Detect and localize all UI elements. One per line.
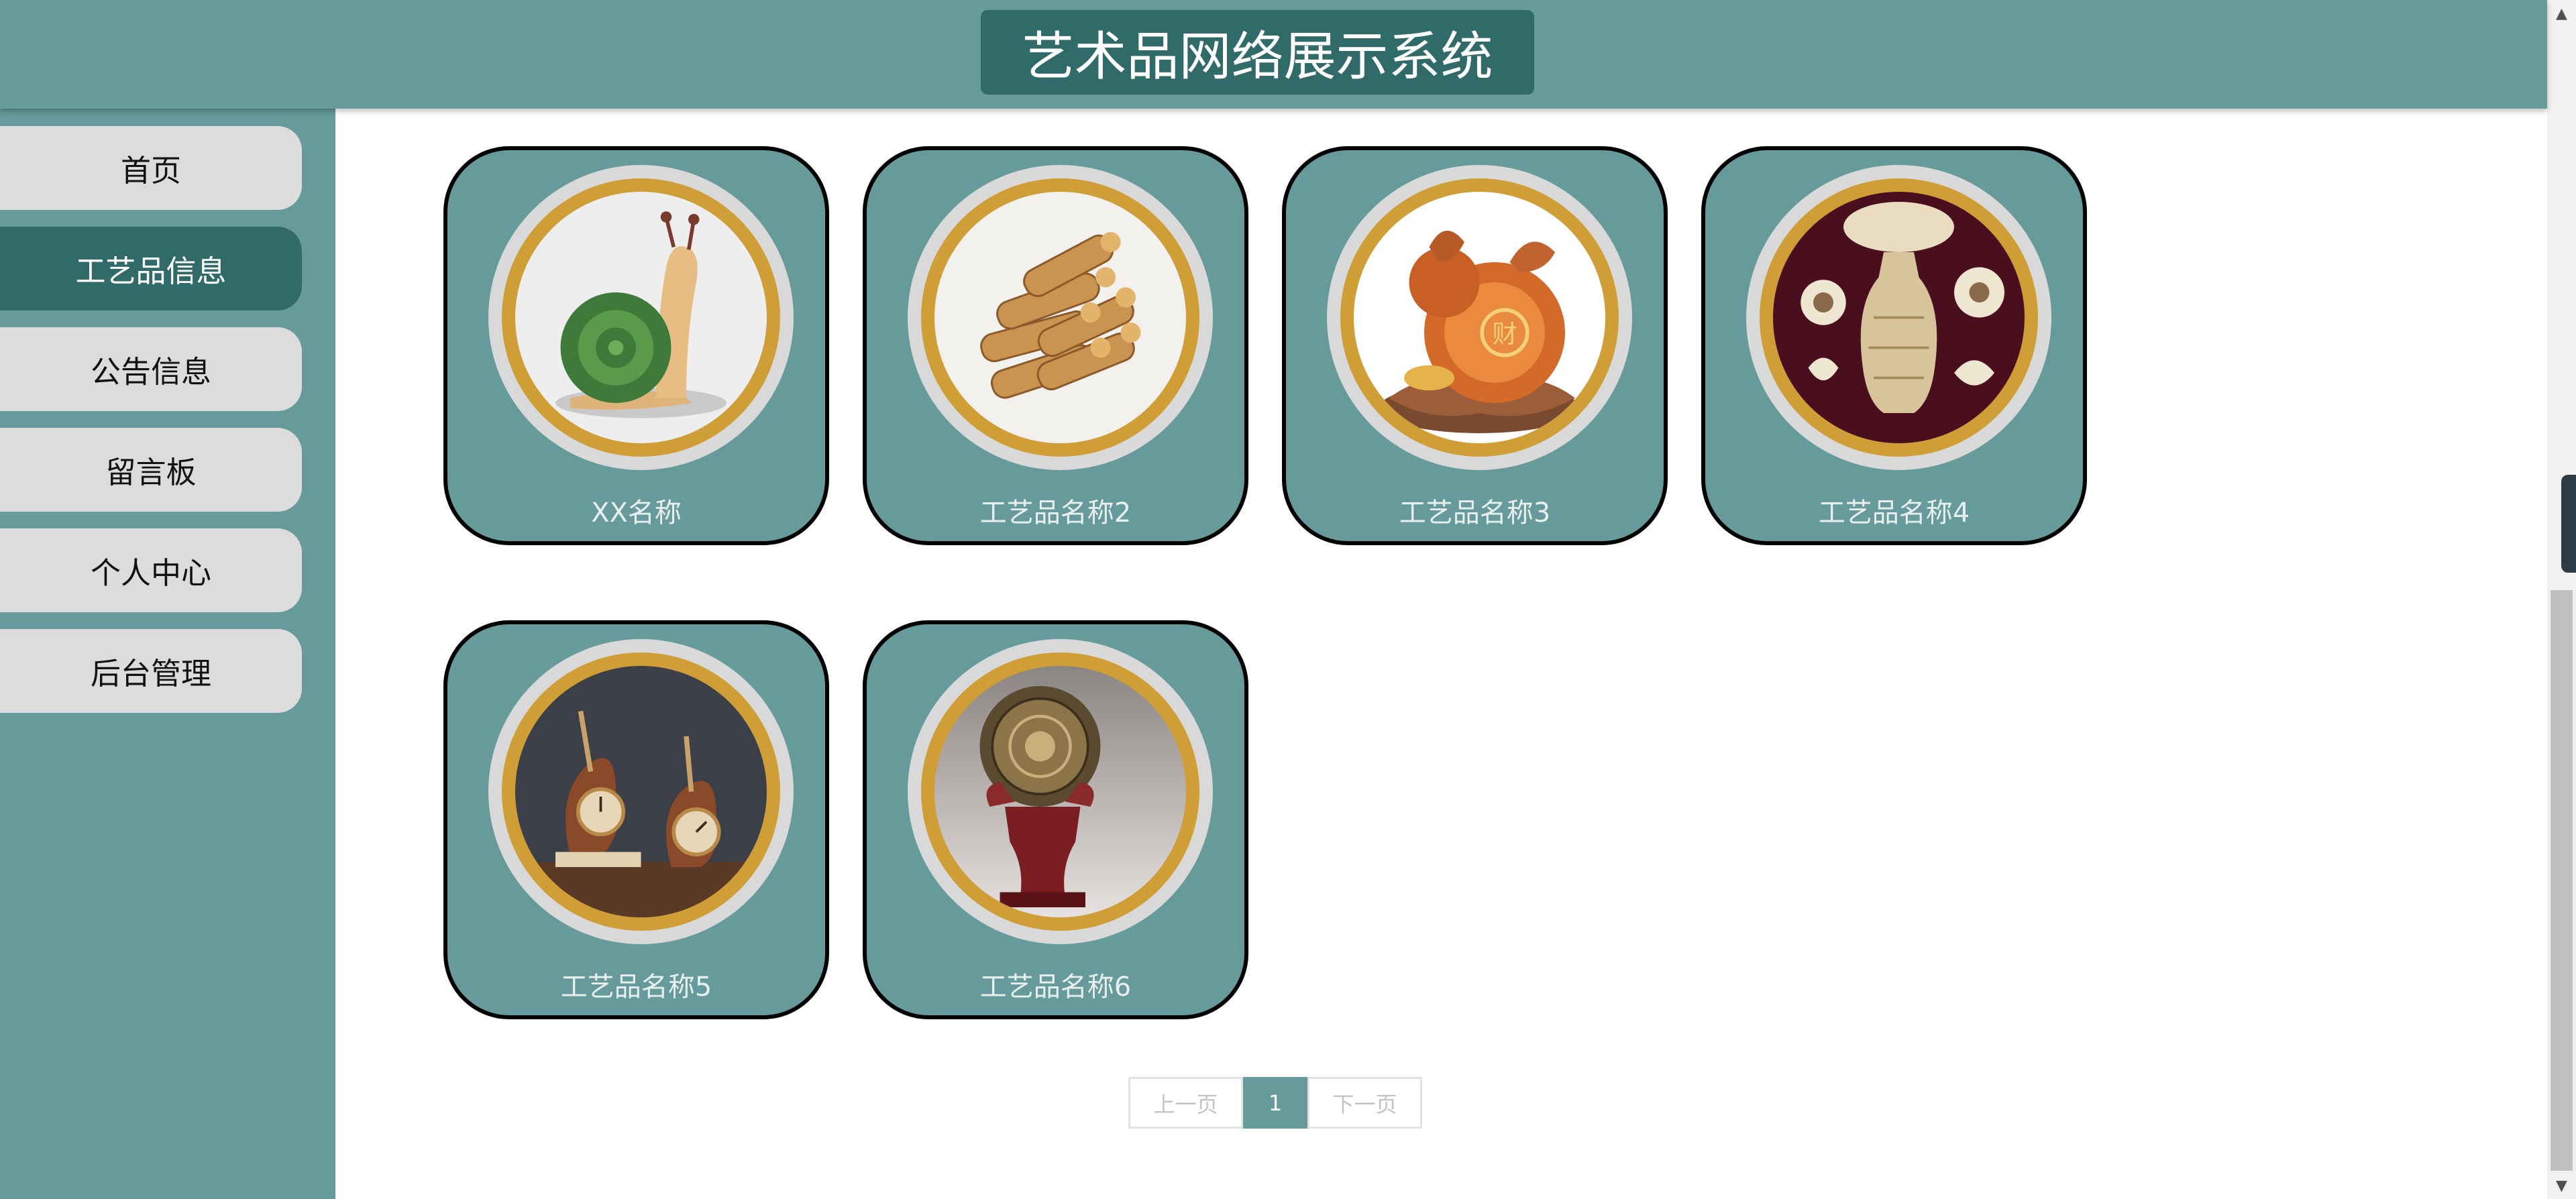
site-title: 艺术品网络展示系统 [981,10,1534,95]
floating-side-widget[interactable] [2561,475,2576,573]
product-name: 工艺品名称5 [560,972,712,1003]
image-frame [908,165,1213,470]
vertical-scrollbar[interactable]: ▲ ▼ [2547,0,2576,1199]
snail-figurine-image [515,192,767,443]
scroll-up-arrow-icon[interactable]: ▲ [2547,0,2576,27]
product-name: 工艺品名称6 [979,972,1132,1003]
product-name: XX名称 [591,498,682,528]
sidebar-item-admin[interactable]: 后台管理 [0,629,302,713]
product-card[interactable]: 工艺品名称5 [443,620,829,1019]
scroll-down-arrow-icon[interactable]: ▼ [2547,1172,2576,1199]
product-card[interactable]: 工艺品名称2 [863,146,1248,545]
image-frame: 财 [1327,165,1632,470]
product-name: 工艺品名称4 [1818,498,1970,528]
svg-text:财: 财 [1492,319,1517,349]
carved-vase-image [1773,192,2025,443]
sidebar-item-profile[interactable]: 个人中心 [0,528,302,612]
next-page-button[interactable]: 下一页 [1307,1077,1422,1129]
violin-clocks-image [515,666,767,917]
prev-page-button[interactable]: 上一页 [1128,1077,1243,1129]
product-name: 工艺品名称2 [979,498,1132,528]
sidebar-item-notices[interactable]: 公告信息 [0,327,302,411]
pagination: 上一页 1 下一页 [1128,1077,1422,1129]
product-card[interactable]: XX名称 [443,146,829,545]
sidebar-item-crafts[interactable]: 工艺品信息 [0,227,302,310]
image-frame [488,639,794,944]
image-frame [908,639,1213,944]
copper-gourd-image: 财 [1354,192,1605,443]
sidebar: 首页 工艺品信息 公告信息 留言板 个人中心 后台管理 [0,109,335,1199]
bamboo-scrolls-image [934,192,1186,443]
product-name: 工艺品名称3 [1399,498,1551,528]
product-card[interactable]: 工艺品名称4 [1701,146,2087,545]
product-card[interactable]: 工艺品名称6 [863,620,1248,1019]
top-header: 艺术品网络展示系统 [0,0,2547,109]
image-frame [488,165,794,470]
scroll-thumb[interactable] [2551,590,2573,1171]
bronze-drum-image [934,666,1186,917]
image-frame [1746,165,2051,470]
page-1-button[interactable]: 1 [1243,1077,1307,1129]
sidebar-item-home[interactable]: 首页 [0,126,302,210]
sidebar-item-messages[interactable]: 留言板 [0,428,302,512]
product-card[interactable]: 财 工艺品名称3 [1282,146,1668,545]
